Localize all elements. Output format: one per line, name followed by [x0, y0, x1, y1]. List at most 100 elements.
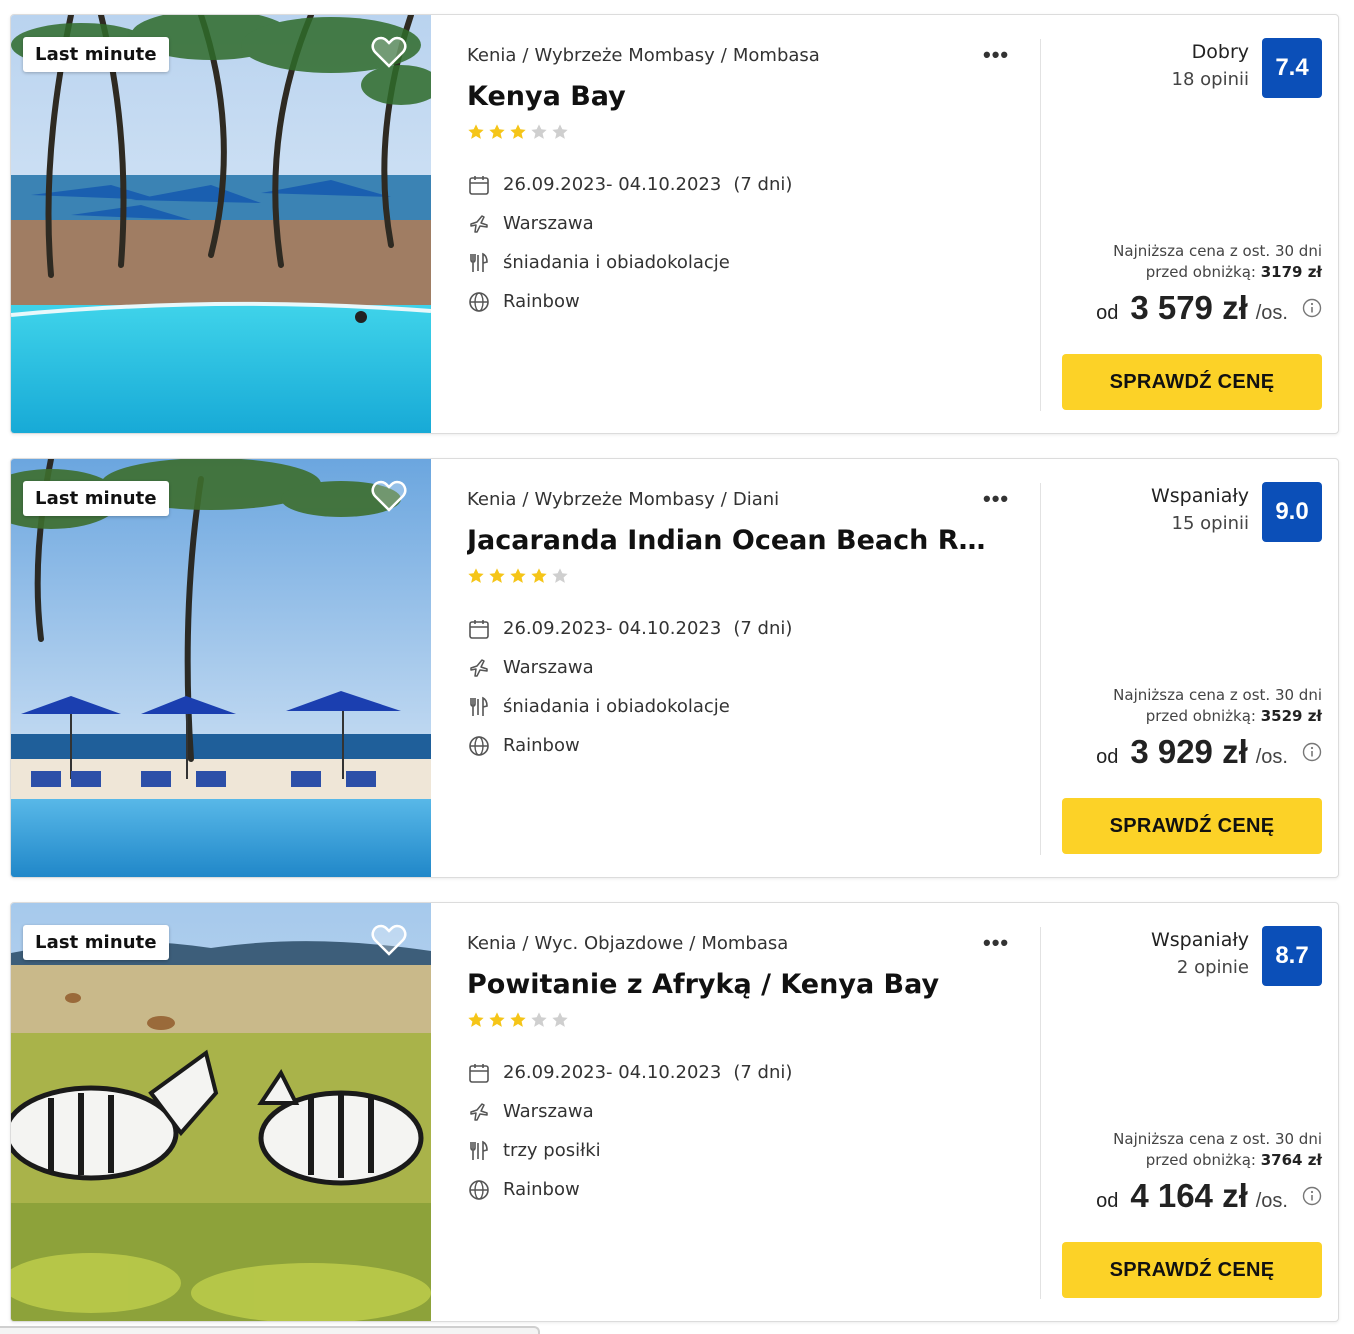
more-dots-icon[interactable]: •••: [983, 932, 1009, 954]
offer-card[interactable]: Last minute Kenia / Wybrzeże Mombasy / Diani…: [10, 458, 1339, 878]
lowest-price-line: Najniższa cena z ost. 30 dni: [1113, 1130, 1322, 1148]
star-icon: [531, 124, 547, 139]
star-icon: [510, 124, 526, 139]
heart-icon[interactable]: [371, 923, 407, 957]
price-panel: Dobry 18 opinii 7.4 Najniższa cena z ost…: [1051, 15, 1338, 433]
divider: [1040, 927, 1041, 1299]
hotel-name[interactable]: Kenya Bay: [467, 81, 987, 112]
dates-text: 26.09.2023- 04.10.2023: [503, 1062, 722, 1083]
check-price-button[interactable]: SPRAWDŹ CENĘ: [1062, 798, 1322, 854]
operator-text: Rainbow: [503, 1179, 580, 1200]
dates-text: 26.09.2023- 04.10.2023: [503, 618, 722, 639]
breadcrumb-country[interactable]: Kenia: [467, 489, 516, 510]
hotel-name[interactable]: Jacaranda Indian Ocean Beach Resort: [467, 525, 987, 556]
price-amount: 4 164 zł: [1130, 1177, 1248, 1214]
plane-icon: [467, 656, 491, 680]
departure-row: Warszawa: [467, 648, 792, 687]
lowest-price-note: Najniższa cena z ost. 30 dni przed obniż…: [1113, 685, 1322, 727]
cutlery-icon: [467, 695, 491, 719]
breadcrumb-city[interactable]: Mombasa: [733, 45, 820, 66]
operator-row: Rainbow: [467, 1170, 792, 1209]
more-dots-icon[interactable]: •••: [983, 488, 1009, 510]
calendar-icon: [467, 173, 491, 197]
departure-row: Warszawa: [467, 1092, 792, 1131]
divider: [1040, 483, 1041, 855]
dates-row: 26.09.2023- 04.10.2023 (7 dni): [467, 609, 792, 648]
cutlery-icon: [467, 1139, 491, 1163]
duration-text: (7 dni): [733, 174, 793, 195]
lowest-price-prefix: przed obniżką:: [1145, 263, 1261, 281]
rating-score: 9.0: [1262, 482, 1322, 542]
offer-facts: 26.09.2023- 04.10.2023 (7 dni) Warszawa ś…: [467, 165, 792, 321]
breadcrumb-region[interactable]: Wyc. Objazdowe: [535, 933, 684, 954]
departure-text: Warszawa: [503, 657, 594, 678]
price-prefix: od: [1096, 746, 1119, 768]
lowest-price-value: 3764 zł: [1260, 1151, 1322, 1169]
star-icon: [531, 1012, 547, 1027]
board-row: trzy posiłki: [467, 1131, 792, 1170]
rating-score: 8.7: [1262, 926, 1322, 986]
heart-icon[interactable]: [371, 35, 407, 69]
breadcrumb: Kenia / Wybrzeże Mombasy / Mombasa: [467, 45, 820, 66]
breadcrumb-country[interactable]: Kenia: [467, 933, 516, 954]
hotel-name[interactable]: Powitanie z Afryką / Kenya Bay: [467, 969, 987, 1000]
offer-info: Kenia / Wybrzeże Mombasy / Mombasa ••• Kenya…: [467, 15, 1047, 433]
price-panel: Wspaniały 15 opinii 9.0 Najniższa cena z…: [1051, 459, 1338, 877]
offer-card[interactable]: Last minute Kenia / Wyc. Objazdowe / Mombasa…: [10, 902, 1339, 1322]
hotel-photo[interactable]: Last minute: [11, 15, 431, 433]
offer-card[interactable]: Last minute Kenia / Wybrzeże Mombasy / Momba…: [10, 14, 1339, 434]
star-rating: [467, 123, 569, 141]
info-icon[interactable]: [1302, 742, 1322, 762]
lowest-price-line: Najniższa cena z ost. 30 dni: [1113, 686, 1322, 704]
review-count[interactable]: 18 opinii: [1172, 69, 1249, 90]
price: od 3 929 zł /os.: [1096, 733, 1322, 771]
lowest-price-value: 3529 zł: [1260, 707, 1322, 725]
lowest-price-prefix: przed obniżką:: [1145, 1151, 1261, 1169]
star-icon: [468, 1012, 484, 1027]
breadcrumb-city[interactable]: Mombasa: [701, 933, 788, 954]
operator-row: Rainbow: [467, 726, 792, 765]
star-icon: [489, 1012, 505, 1027]
check-price-button[interactable]: SPRAWDŹ CENĘ: [1062, 354, 1322, 410]
price-amount: 3 579 zł: [1130, 289, 1248, 326]
dates-text: 26.09.2023- 04.10.2023: [503, 174, 722, 195]
rating-label: Wspaniały: [1151, 929, 1249, 951]
offer-info: Kenia / Wybrzeże Mombasy / Diani ••• Jacaran…: [467, 459, 1047, 877]
breadcrumb-country[interactable]: Kenia: [467, 45, 516, 66]
info-icon[interactable]: [1302, 298, 1322, 318]
star-icon: [489, 124, 505, 139]
price: od 4 164 zł /os.: [1096, 1177, 1322, 1215]
price-panel: Wspaniały 2 opinie 8.7 Najniższa cena z …: [1051, 903, 1338, 1321]
check-price-button[interactable]: SPRAWDŹ CENĘ: [1062, 1242, 1322, 1298]
calendar-icon: [467, 617, 491, 641]
review-count[interactable]: 2 opinie: [1177, 957, 1249, 978]
star-rating: [467, 567, 569, 585]
breadcrumb-region[interactable]: Wybrzeże Mombasy: [535, 489, 715, 510]
star-icon: [510, 1012, 526, 1027]
star-icon: [468, 124, 484, 139]
heart-icon[interactable]: [371, 479, 407, 513]
lowest-price-note: Najniższa cena z ost. 30 dni przed obniż…: [1113, 1129, 1322, 1171]
info-icon[interactable]: [1302, 1186, 1322, 1206]
last-minute-badge: Last minute: [23, 481, 169, 516]
breadcrumb-city[interactable]: Diani: [733, 489, 779, 510]
star-icon: [531, 568, 547, 583]
breadcrumb: Kenia / Wyc. Objazdowe / Mombasa: [467, 933, 789, 954]
hotel-photo[interactable]: Last minute: [11, 903, 431, 1321]
more-dots-icon[interactable]: •••: [983, 44, 1009, 66]
star-icon: [552, 568, 568, 583]
lowest-price-value: 3179 zł: [1260, 263, 1322, 281]
board-text: trzy posiłki: [503, 1140, 601, 1161]
last-minute-badge: Last minute: [23, 37, 169, 72]
operator-text: Rainbow: [503, 735, 580, 756]
rating-score: 7.4: [1262, 38, 1322, 98]
price-prefix: od: [1096, 302, 1119, 324]
breadcrumb-region[interactable]: Wybrzeże Mombasy: [535, 45, 715, 66]
review-count[interactable]: 15 opinii: [1172, 513, 1249, 534]
lowest-price-line: Najniższa cena z ost. 30 dni: [1113, 242, 1322, 260]
star-icon: [489, 568, 505, 583]
hotel-photo[interactable]: Last minute: [11, 459, 431, 877]
board-row: śniadania i obiadokolacje: [467, 243, 792, 282]
star-icon: [468, 568, 484, 583]
price: od 3 579 zł /os.: [1096, 289, 1322, 327]
